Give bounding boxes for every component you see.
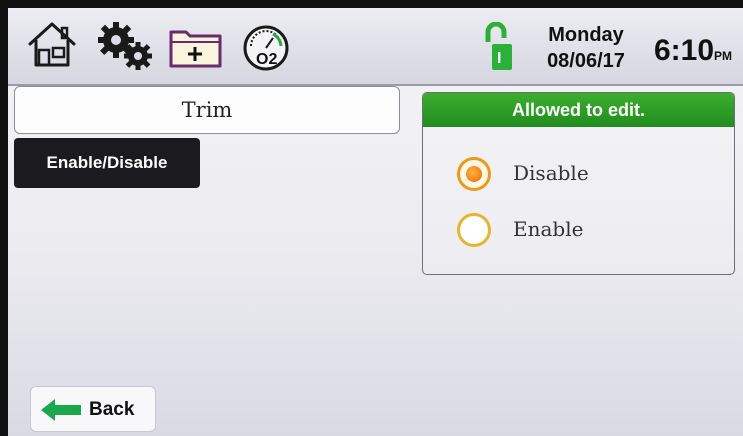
ampm-label: PM [714, 49, 733, 63]
enable-disable-button[interactable]: Enable/Disable [14, 138, 200, 188]
radio-button-unselected[interactable] [457, 213, 491, 247]
home-icon[interactable] [26, 20, 78, 70]
day-label: Monday [548, 24, 624, 46]
gears-icon[interactable] [94, 20, 156, 72]
folder-add-icon[interactable] [168, 26, 224, 70]
unlocked-padlock-icon[interactable]: I [484, 21, 512, 77]
time-label: 6:10 [654, 34, 715, 67]
left-arrow-icon [41, 399, 81, 421]
options-panel: Allowed to edit. Disable Enable [422, 92, 735, 275]
screen: O2 I Monday 08/06/17 6:10PM Trim Enable/… [8, 8, 743, 436]
back-button[interactable]: Back [30, 386, 156, 432]
options-header: Allowed to edit. [423, 93, 734, 127]
radio-button-selected[interactable] [457, 157, 491, 191]
clock: 6:10PM [654, 34, 732, 68]
back-label: Back [89, 399, 135, 420]
o2-gauge-icon[interactable]: O2 [242, 24, 290, 72]
o2-label: O2 [256, 51, 277, 68]
radio-label-disable: Disable [513, 161, 589, 185]
date-label: 08/06/17 [547, 50, 625, 72]
top-bar: O2 I Monday 08/06/17 6:10PM [8, 8, 743, 86]
page-title: Trim [14, 86, 400, 134]
radio-label-enable: Enable [513, 217, 584, 241]
lock-letter: I [497, 50, 501, 67]
